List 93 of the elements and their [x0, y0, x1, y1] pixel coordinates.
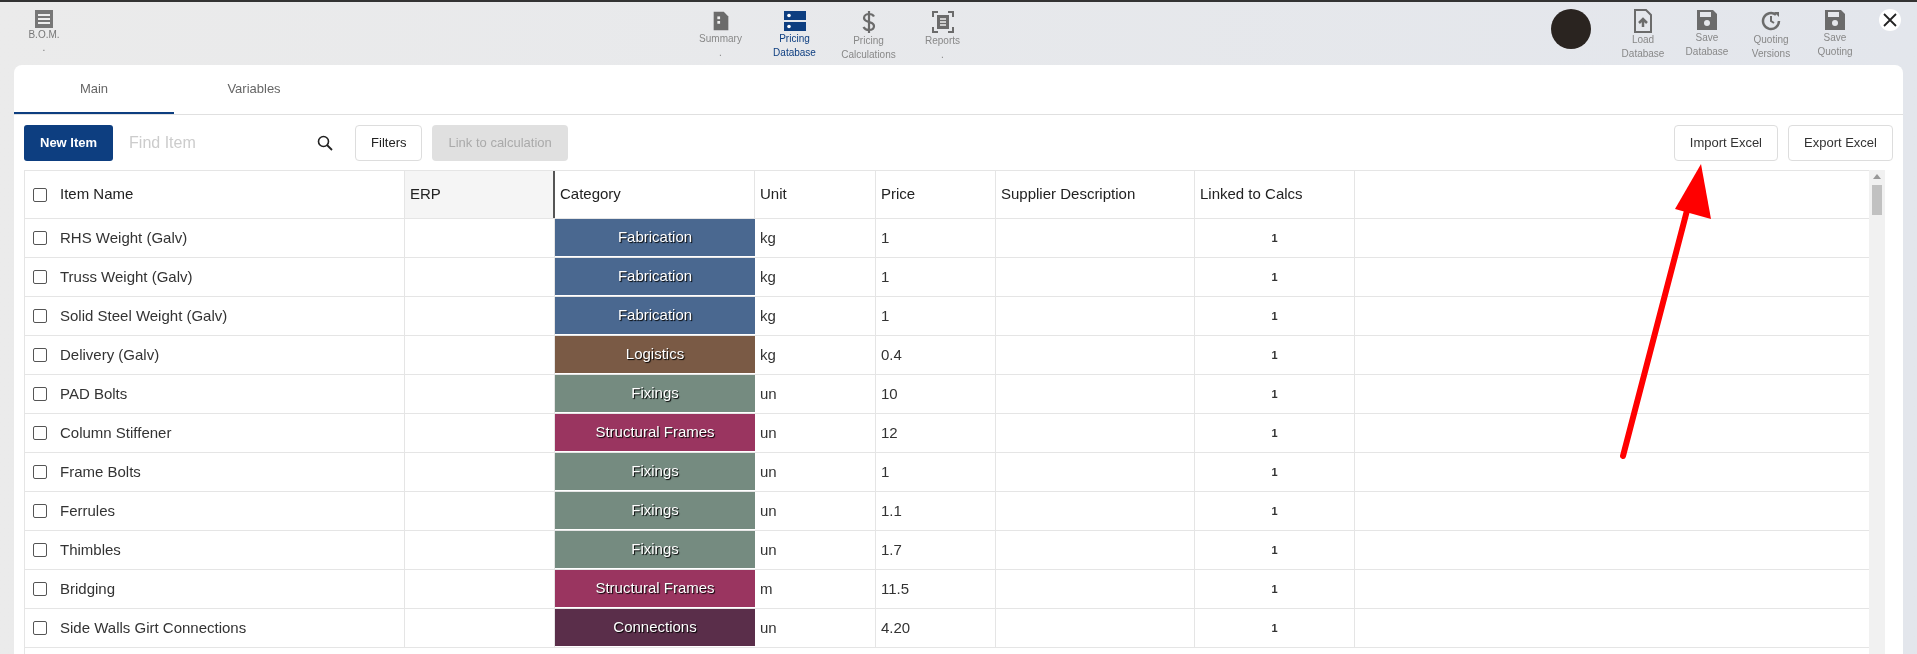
category-tag: Fixings [555, 453, 755, 491]
table-cell: 1 [876, 219, 996, 257]
table-cell: 1 [1195, 375, 1355, 413]
column-header[interactable]: Supplier Description [996, 171, 1195, 218]
table-cell: Solid Steel Weight (Galv) [55, 297, 405, 335]
table-cell: 1.1 [876, 492, 996, 530]
export-excel-button[interactable]: Export Excel [1788, 124, 1893, 161]
column-header[interactable]: Price [876, 171, 996, 218]
tab[interactable]: Main [14, 65, 174, 114]
table-cell: Truss Weight (Galv) [55, 258, 405, 296]
table-cell: 12 [876, 414, 996, 452]
table-cell: un [755, 609, 876, 647]
checkbox[interactable] [33, 387, 47, 401]
report-icon [930, 10, 955, 34]
history-icon [1759, 9, 1783, 33]
table-cell: 1 [1195, 297, 1355, 335]
table-cell: PAD Bolts [55, 375, 405, 413]
table-cell: 1.7 [876, 531, 996, 569]
tab[interactable]: Variables [174, 65, 334, 114]
checkbox[interactable] [33, 309, 47, 323]
nav-button[interactable]: Pricing Database [763, 10, 826, 62]
list-icon [35, 10, 53, 28]
scrollbar-thumb[interactable] [1872, 185, 1882, 215]
close-icon [1883, 13, 1897, 27]
category-tag: Fabrication [555, 258, 755, 296]
table-cell: 1 [1195, 609, 1355, 647]
table-cell: Ferrules [55, 492, 405, 530]
table-cell: kg [755, 297, 876, 335]
table-cell: 1 [1195, 258, 1355, 296]
table-cell: 1 [876, 258, 996, 296]
checkbox[interactable] [33, 465, 47, 479]
table-cell: 1 [1195, 414, 1355, 452]
scrollbar[interactable] [1869, 170, 1885, 654]
server-icon [782, 10, 807, 32]
table-cell: 11.5 [876, 570, 996, 608]
checkbox[interactable] [33, 426, 47, 440]
checkbox[interactable] [33, 270, 47, 284]
table-cell: 1 [1195, 336, 1355, 374]
avatar[interactable] [1551, 9, 1591, 49]
table-cell: un [755, 414, 876, 452]
close-button[interactable] [1879, 9, 1901, 31]
table-cell: Thimbles [55, 531, 405, 569]
column-header[interactable]: Unit [755, 171, 876, 218]
table-cell: kg [755, 258, 876, 296]
table-cell: Side Walls Girt Connections [55, 609, 405, 647]
category-tag: Structural Frames [555, 570, 755, 608]
table-cell: 1 [1195, 492, 1355, 530]
table-cell: Column Stiffener [55, 414, 405, 452]
category-tag: Logistics [555, 336, 755, 374]
table-cell: 1 [1195, 531, 1355, 569]
file-upload-icon [1633, 9, 1653, 33]
checkbox[interactable] [33, 543, 47, 557]
table-cell: 4.20 [876, 609, 996, 647]
checkbox[interactable] [33, 187, 47, 202]
bom-nav-button[interactable]: B.O.M. . [16, 2, 72, 54]
checkbox[interactable] [33, 231, 47, 245]
category-tag: Connections [555, 609, 755, 647]
table-cell: 1 [1195, 219, 1355, 257]
category-tag: Fabrication [555, 297, 755, 335]
import-excel-button[interactable]: Import Excel [1673, 124, 1778, 161]
filters-button[interactable]: Filters [355, 124, 423, 161]
category-tag: Fixings [555, 531, 755, 569]
category-tag: Fabrication [555, 219, 755, 257]
checkbox[interactable] [33, 621, 47, 635]
table-cell: RHS Weight (Galv) [55, 219, 405, 257]
table-cell: Bridging [55, 570, 405, 608]
category-tag: Structural Frames [555, 414, 755, 452]
table-cell: un [755, 453, 876, 491]
category-tag: Fixings [555, 375, 755, 413]
table-cell: 1 [876, 453, 996, 491]
table-cell: Frame Bolts [55, 453, 405, 491]
column-header[interactable]: Category [555, 171, 755, 218]
table-cell: kg [755, 219, 876, 257]
checkbox[interactable] [33, 348, 47, 362]
column-header[interactable]: ERP [405, 171, 555, 218]
category-tag: Fixings [555, 492, 755, 530]
table-cell: un [755, 375, 876, 413]
table-cell: un [755, 492, 876, 530]
table-cell: un [755, 531, 876, 569]
table-cell: 1 [1195, 570, 1355, 608]
table-cell: m [755, 570, 876, 608]
new-item-button[interactable]: New Item [24, 124, 114, 161]
table-cell: 0.4 [876, 336, 996, 374]
search-icon [317, 134, 334, 151]
table-cell: 10 [876, 375, 996, 413]
checkbox[interactable] [33, 504, 47, 518]
table-cell: Delivery (Galv) [55, 336, 405, 374]
checkbox[interactable] [33, 582, 47, 596]
dollar-icon [860, 10, 877, 34]
column-header[interactable]: Linked to Calcs [1195, 171, 1355, 218]
table-cell: 1 [876, 297, 996, 335]
table-cell: 1 [1195, 453, 1355, 491]
table-cell: kg [755, 336, 876, 374]
